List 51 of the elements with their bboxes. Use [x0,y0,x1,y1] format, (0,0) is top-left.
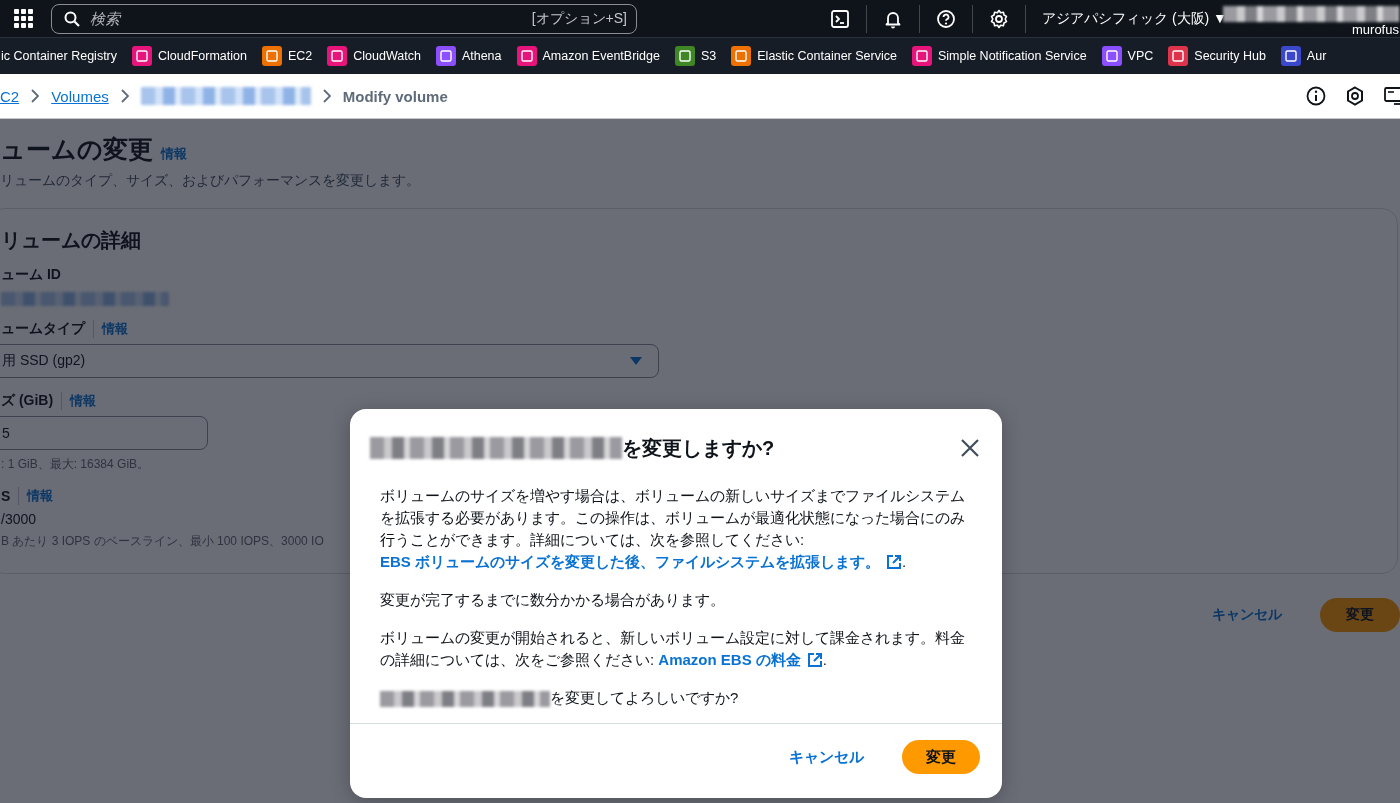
breadcrumb-current: Modify volume [342,87,448,105]
paragraph-text: 変更が完了するまでに数分かかる場合があります。 [380,590,726,610]
paragraph-text: ボリュームの変更が開始されると、新しいボリューム設定に対して課金されます。料金の詳細については、次をご参照ください: Amazon EBS の料金 . [380,628,966,670]
favorite-link[interactable]: CloudWatch [327,46,421,66]
favorite-link[interactable]: Aur [1280,46,1327,66]
close-icon [960,438,980,458]
cancel-button[interactable]: キャンセル [783,746,870,768]
favorite-link[interactable]: ic Container Registry [1,49,117,63]
apps-menu-icon[interactable] [14,9,33,28]
field-label: S [1,488,11,505]
field-label: ズ (GiB) [1,392,54,411]
page-description: リュームのタイプ、サイズ、およびパフォーマンスを変更します。 [0,172,421,190]
caret-down-icon [630,357,642,366]
shortcut-hint: [オプション+S] [531,9,627,28]
terminal-icon[interactable] [830,8,850,29]
text-link[interactable]: Amazon EBS の料金 [658,651,823,668]
favorite-link[interactable]: Athena [435,46,502,66]
chevron-right-icon [322,89,331,103]
hexagon-icon[interactable] [1346,86,1364,106]
paragraph-text: を変更してよろしいですか? [380,687,972,709]
favorite-link[interactable]: CloudFormation [132,46,247,66]
settings-icon[interactable] [989,8,1009,29]
paragraph-text: ボリュームのサイズを増やす場合は、ボリュームの新しいサイズまでファイルシステムを拡張する必要があります。この操作は、ボリュームが最適化状態になった場合にのみ行うことができます。詳細については、次を参照してください: EBS ボリュームのサイズを変更した後、ファイルシステムを拡張します。 . [380,486,966,572]
favorite-link[interactable]: S3 [674,46,717,66]
close-button[interactable] [960,438,980,458]
favorite-link[interactable]: Elastic Container Service [731,46,897,66]
page-title: ュームの変更 [0,134,153,165]
favorite-link[interactable]: EC2 [261,46,313,66]
field-label: ューム ID [1,266,61,284]
input-field[interactable]: 5 [0,416,208,451]
help-icon[interactable] [936,8,956,29]
field-label: ュームタイプ [1,320,85,339]
chevron-right-icon [31,89,40,103]
modal-title: を変更しますか? [622,435,776,461]
username[interactable]: murofus [1352,21,1399,38]
favorite-link[interactable]: Amazon EventBridge [516,46,660,66]
confirm-button[interactable]: 変更 [902,740,980,774]
breadcrumb-link[interactable]: C2 [0,87,20,105]
favorite-link[interactable]: VPC [1101,46,1154,66]
field-value: /3000 [1,511,37,528]
favorite-link[interactable]: Simple Notification Service [911,46,1087,66]
select-field[interactable]: 用 SSD (gp2) [0,344,659,379]
panel-heading: リュームの詳細 [1,228,142,253]
chevron-right-icon [120,89,129,103]
favorite-link[interactable]: Security Hub [1168,46,1266,66]
region-selector[interactable]: アジアパシフィック (大阪) ▼ [1042,9,1227,28]
breadcrumb-link[interactable]: Volumes [51,87,109,105]
info-icon[interactable] [1306,86,1326,106]
search-icon [64,10,80,27]
monitor-icon[interactable] [1384,86,1400,106]
text-link[interactable]: EBS ボリュームのサイズを変更した後、ファイルシステムを拡張します。 [380,553,902,570]
